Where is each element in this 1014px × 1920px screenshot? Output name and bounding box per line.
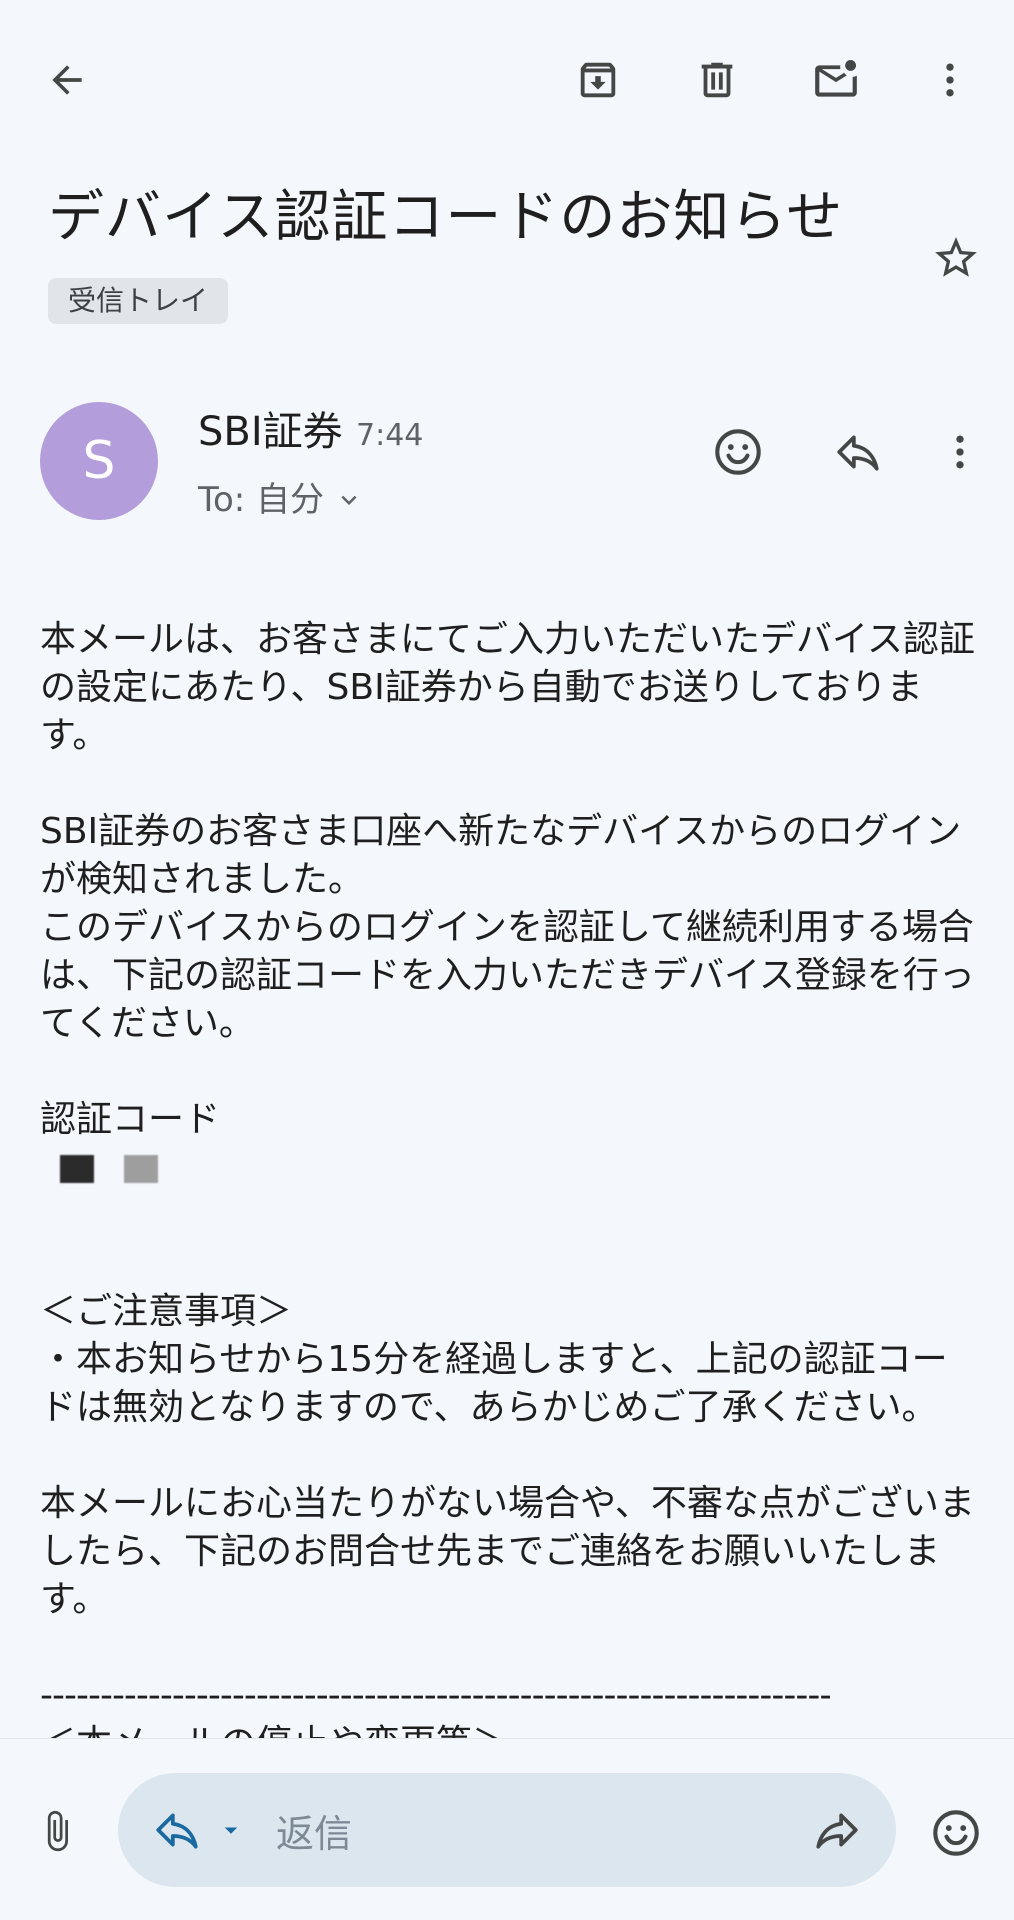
top-app-bar xyxy=(0,0,1014,160)
redacted-block xyxy=(124,1155,158,1183)
reply-mode-dropdown-icon[interactable] xyxy=(216,1815,246,1845)
avatar[interactable]: S xyxy=(40,402,158,520)
sender-name: SBI証券 xyxy=(198,409,343,455)
mark-unread-icon[interactable] xyxy=(798,42,874,118)
delete-icon[interactable] xyxy=(679,42,755,118)
sent-time: 7:44 xyxy=(356,418,424,453)
body-paragraph-intro: 本メールは、お客さまにてご入力いただいたデバイス認証の設定にあたり、SBI証券か… xyxy=(40,619,975,756)
recipient-label: To: 自分 xyxy=(198,480,325,520)
body-paragraph-login: SBI証券のお客さま口座へ新たなデバイスからのログインが検知されました。 このデ… xyxy=(40,808,980,1048)
body-paragraph-contact: 本メールにお心当たりがない場合や、不審な点がございましたら、下記のお問合せ先まで… xyxy=(40,1483,975,1620)
notice-item: ・本お知らせから15分を経過しますと、上記の認証コードは無効となりますので、あら… xyxy=(40,1339,948,1428)
reply-placeholder[interactable]: 返信 xyxy=(276,1803,812,1858)
redacted-block xyxy=(60,1155,94,1183)
emoji-icon[interactable] xyxy=(918,1795,994,1871)
notice-section: ＜ご注意事項＞ ・本お知らせから15分を経過しますと、上記の認証コードは無効とな… xyxy=(40,1288,980,1432)
auth-code-section: 認証コード xyxy=(40,1096,980,1192)
email-body: 本メールは、お客さまにてご入力いただいたデバイス認証の設定にあたり、SBI証券か… xyxy=(40,616,980,1768)
more-vert-icon[interactable] xyxy=(912,42,988,118)
attachment-icon[interactable] xyxy=(22,1793,92,1869)
message-more-icon[interactable] xyxy=(922,414,998,490)
auth-code-redacted xyxy=(60,1146,980,1192)
auth-code-label: 認証コード xyxy=(40,1099,221,1140)
email-subject: デバイス認証コードのお知らせ xyxy=(48,185,844,250)
forward-icon[interactable] xyxy=(812,1805,862,1855)
reply-icon[interactable] xyxy=(152,1805,202,1855)
bottom-reply-bar: 返信 xyxy=(0,1738,1014,1920)
back-arrow-icon[interactable] xyxy=(29,42,105,118)
archive-icon[interactable] xyxy=(560,42,636,118)
notice-heading: ＜ご注意事項＞ xyxy=(40,1291,293,1332)
reply-icon[interactable] xyxy=(820,414,896,490)
add-reaction-icon[interactable] xyxy=(700,414,776,490)
login-detected-text: SBI証券のお客さま口座へ新たなデバイスからのログインが検知されました。 xyxy=(40,811,962,900)
star-icon[interactable] xyxy=(918,220,994,296)
recipient-details-toggle[interactable]: To: 自分 xyxy=(198,476,364,524)
reply-compose-field[interactable]: 返信 xyxy=(118,1773,896,1887)
login-instruction-text: このデバイスからのログインを認証して継続利用する場合は、下記の認証コードを入力い… xyxy=(40,907,975,1044)
inbox-label-chip[interactable]: 受信トレイ xyxy=(48,278,229,324)
chevron-down-icon xyxy=(334,485,364,515)
text-divider: ----------------------------------------… xyxy=(40,1675,830,1716)
